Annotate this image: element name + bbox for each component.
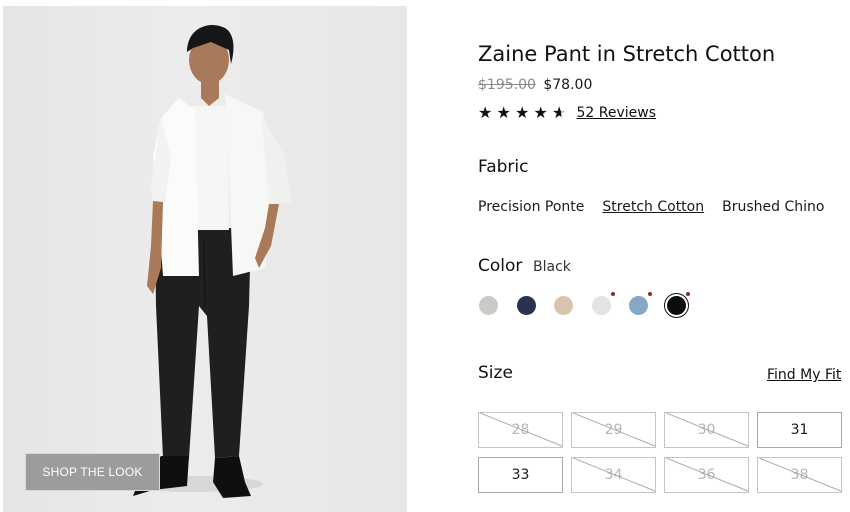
star-icon: ★: [496, 103, 511, 122]
reviews-link[interactable]: 52 Reviews: [577, 105, 657, 121]
color-swatch[interactable]: [516, 296, 536, 315]
color-swatch[interactable]: [591, 292, 615, 315]
color-heading: Color: [478, 256, 523, 276]
sale-dot-icon: [610, 292, 615, 296]
selected-color-name: Black: [533, 259, 571, 275]
fabric-options: Precision Ponte Stretch Cotton Brushed Chi…: [478, 199, 842, 215]
fabric-heading: Fabric: [478, 157, 529, 177]
sale-dot-icon: [648, 292, 653, 296]
color-swatch[interactable]: [554, 296, 574, 315]
size-heading: Size: [478, 363, 513, 383]
find-my-fit-link[interactable]: Find My Fit: [767, 367, 841, 383]
sale-price: $78.00: [543, 77, 593, 93]
size-option[interactable]: 34: [571, 457, 656, 493]
product-image: SHOP THE LOOK: [3, 6, 407, 512]
star-rating: ★ ★ ★ ★ ★ ★: [478, 104, 571, 122]
size-option[interactable]: 30: [664, 412, 749, 448]
size-option[interactable]: 31: [757, 412, 842, 448]
color-swatch[interactable]: [629, 292, 653, 315]
product-title: Zaine Pant in Stretch Cotton: [478, 42, 776, 66]
star-icon: ★: [478, 103, 493, 122]
star-icon: ★: [533, 103, 548, 122]
fabric-option[interactable]: Stretch Cotton: [602, 199, 704, 215]
color-swatch[interactable]: [664, 292, 690, 318]
model-figure: [123, 25, 291, 498]
rating: ★ ★ ★ ★ ★ ★ 52 Reviews: [478, 104, 656, 122]
half-star-icon: ★ ★: [552, 103, 567, 122]
star-icon: ★: [515, 103, 530, 122]
original-price: $195.00: [478, 77, 536, 93]
price: $195.00 $78.00: [478, 77, 592, 93]
color-swatch[interactable]: [479, 296, 498, 315]
fabric-option[interactable]: Precision Ponte: [478, 199, 584, 215]
shop-the-look-button[interactable]: SHOP THE LOOK: [25, 453, 160, 491]
fabric-option[interactable]: Brushed Chino: [722, 199, 824, 215]
size-option[interactable]: 29: [571, 412, 656, 448]
size-option[interactable]: 28: [478, 412, 563, 448]
sale-dot-icon: [686, 292, 690, 296]
size-option[interactable]: 33: [478, 457, 563, 493]
size-option[interactable]: 36: [664, 457, 749, 493]
size-options: 28 29 30 31 33 34 36 38: [478, 412, 844, 493]
size-option[interactable]: 38: [757, 457, 842, 493]
